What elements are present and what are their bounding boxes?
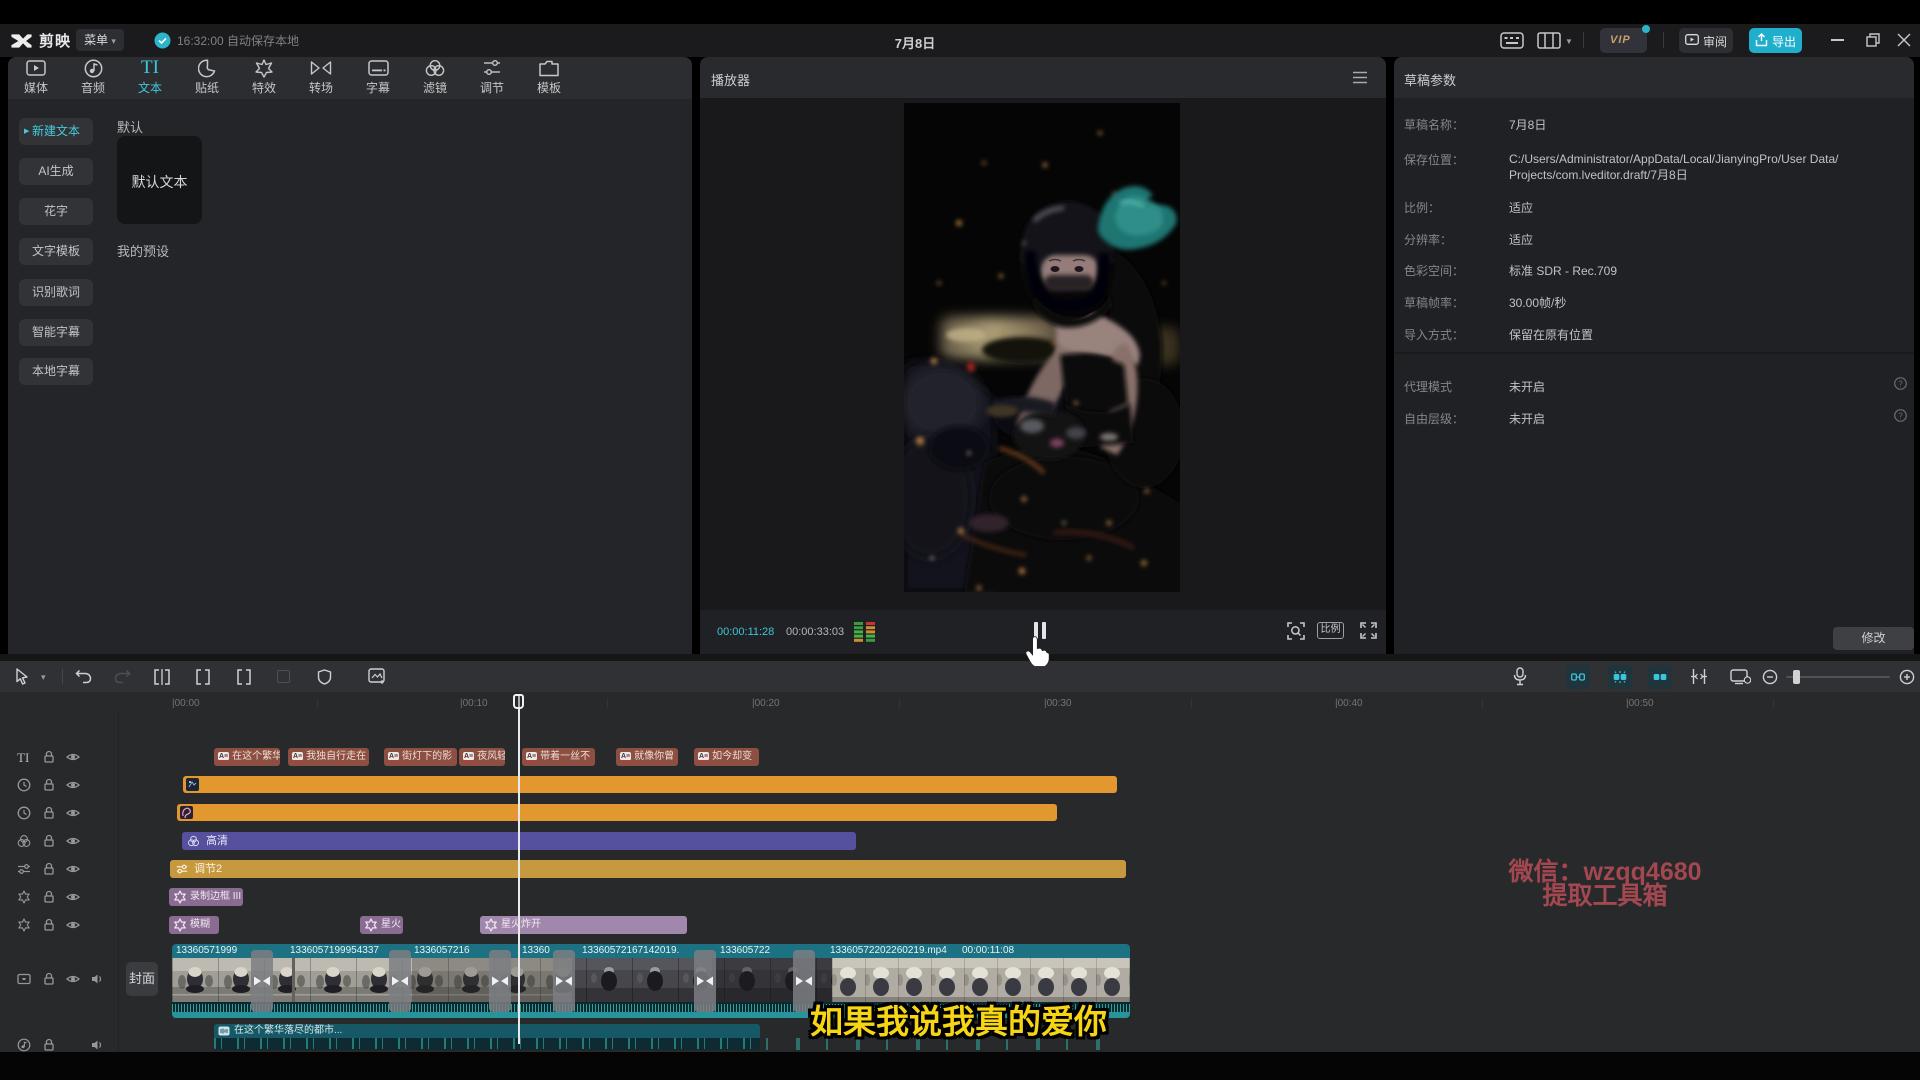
svg-text:?: ? [1898,380,1903,389]
svg-text:?: ? [1898,412,1903,421]
